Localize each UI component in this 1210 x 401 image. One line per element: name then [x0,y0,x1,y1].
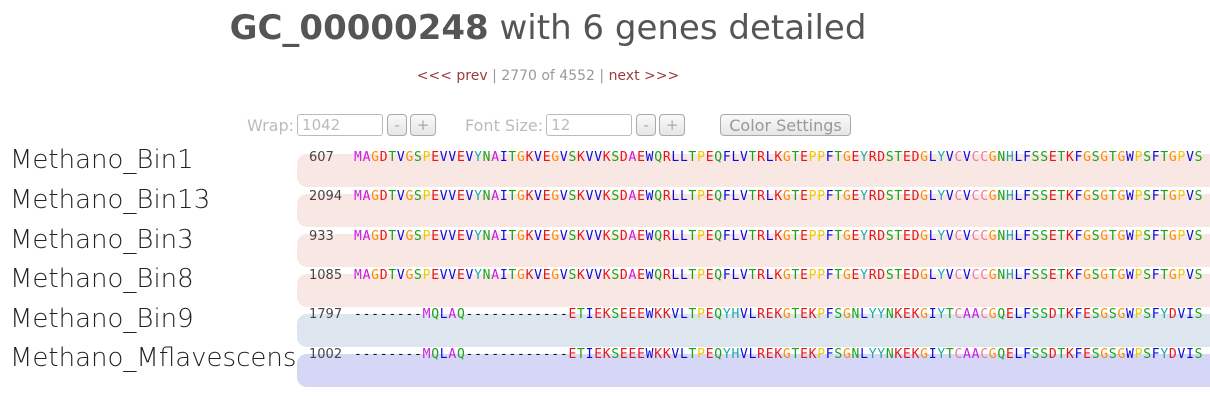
pager-separator: | [487,68,502,84]
sequence-position: 933 [309,229,334,244]
protein-sequence: MAGDTVGSPEVVEVYNAITGKVEGVSKVVKSDAEWQRLLT… [354,229,1204,244]
color-settings-control: Color Settings [717,112,851,138]
protein-sequence: --------MQLAQ------------ETIEKSEEEWKKVLT… [354,347,1204,362]
gene-name: Methano_Bin1 [10,145,194,175]
font-size-input[interactable] [546,114,633,136]
wrap-increase-button[interactable]: + [410,114,437,136]
gene-name: Methano_Bin9 [10,304,194,334]
wrap-input[interactable] [297,114,384,136]
sequence-position: 2094 [309,189,343,204]
next-link[interactable]: next >>> [609,68,680,84]
sequence-position: 607 [309,150,334,165]
wrap-control: Wrap: - + [247,112,437,138]
color-settings-button[interactable]: Color Settings [720,114,851,136]
pagination: <<< prev | 2770 of 4552 | next >>> [0,68,1096,84]
wrap-label: Wrap: [247,115,295,135]
protein-sequence: MAGDTVGSPEVVEVYNAITGKVEGVSKVVKSDAEWQRLLT… [354,189,1204,204]
gene-name: Methano_Bin8 [10,264,194,294]
title-suffix: with 6 genes detailed [488,8,867,48]
gene-name: Methano_Mflavescens [10,343,297,373]
gene-name: Methano_Bin3 [10,225,194,255]
wrap-decrease-button[interactable]: - [387,114,408,136]
page-status: 2770 of 4552 [501,68,595,84]
prev-link[interactable]: <<< prev [417,68,488,84]
font-size-decrease-button[interactable]: - [636,114,657,136]
protein-sequence: MAGDTVGSPEVVEVYNAITGKVEGVSKVVKSDAEWQRLLT… [354,268,1204,283]
alignment-view: 607 MAGDTVGSPEVVEVYNAITGKVEGVSKVVKSDAEWQR… [297,150,1210,401]
sequence-position: 1002 [309,347,343,362]
sequence-position: 1085 [309,268,343,283]
font-size-increase-button[interactable]: + [659,114,686,136]
pager-separator: | [594,68,609,84]
font-size-label: Font Size: [465,115,544,135]
protein-sequence: --------MQLAQ------------ETIEKSEEEWKKVLT… [354,307,1204,322]
font-size-control: Font Size: - + [465,112,686,138]
page-title: GC_00000248 with 6 genes detailed [0,8,1096,48]
sequence-position: 1797 [309,307,343,322]
gene-name: Methano_Bin13 [10,185,211,215]
protein-sequence: MAGDTVGSPEVVEVYNAITGKVEGVSKVVKSDAEWQRLLT… [354,150,1204,165]
gene-cluster-id: GC_00000248 [229,8,489,48]
